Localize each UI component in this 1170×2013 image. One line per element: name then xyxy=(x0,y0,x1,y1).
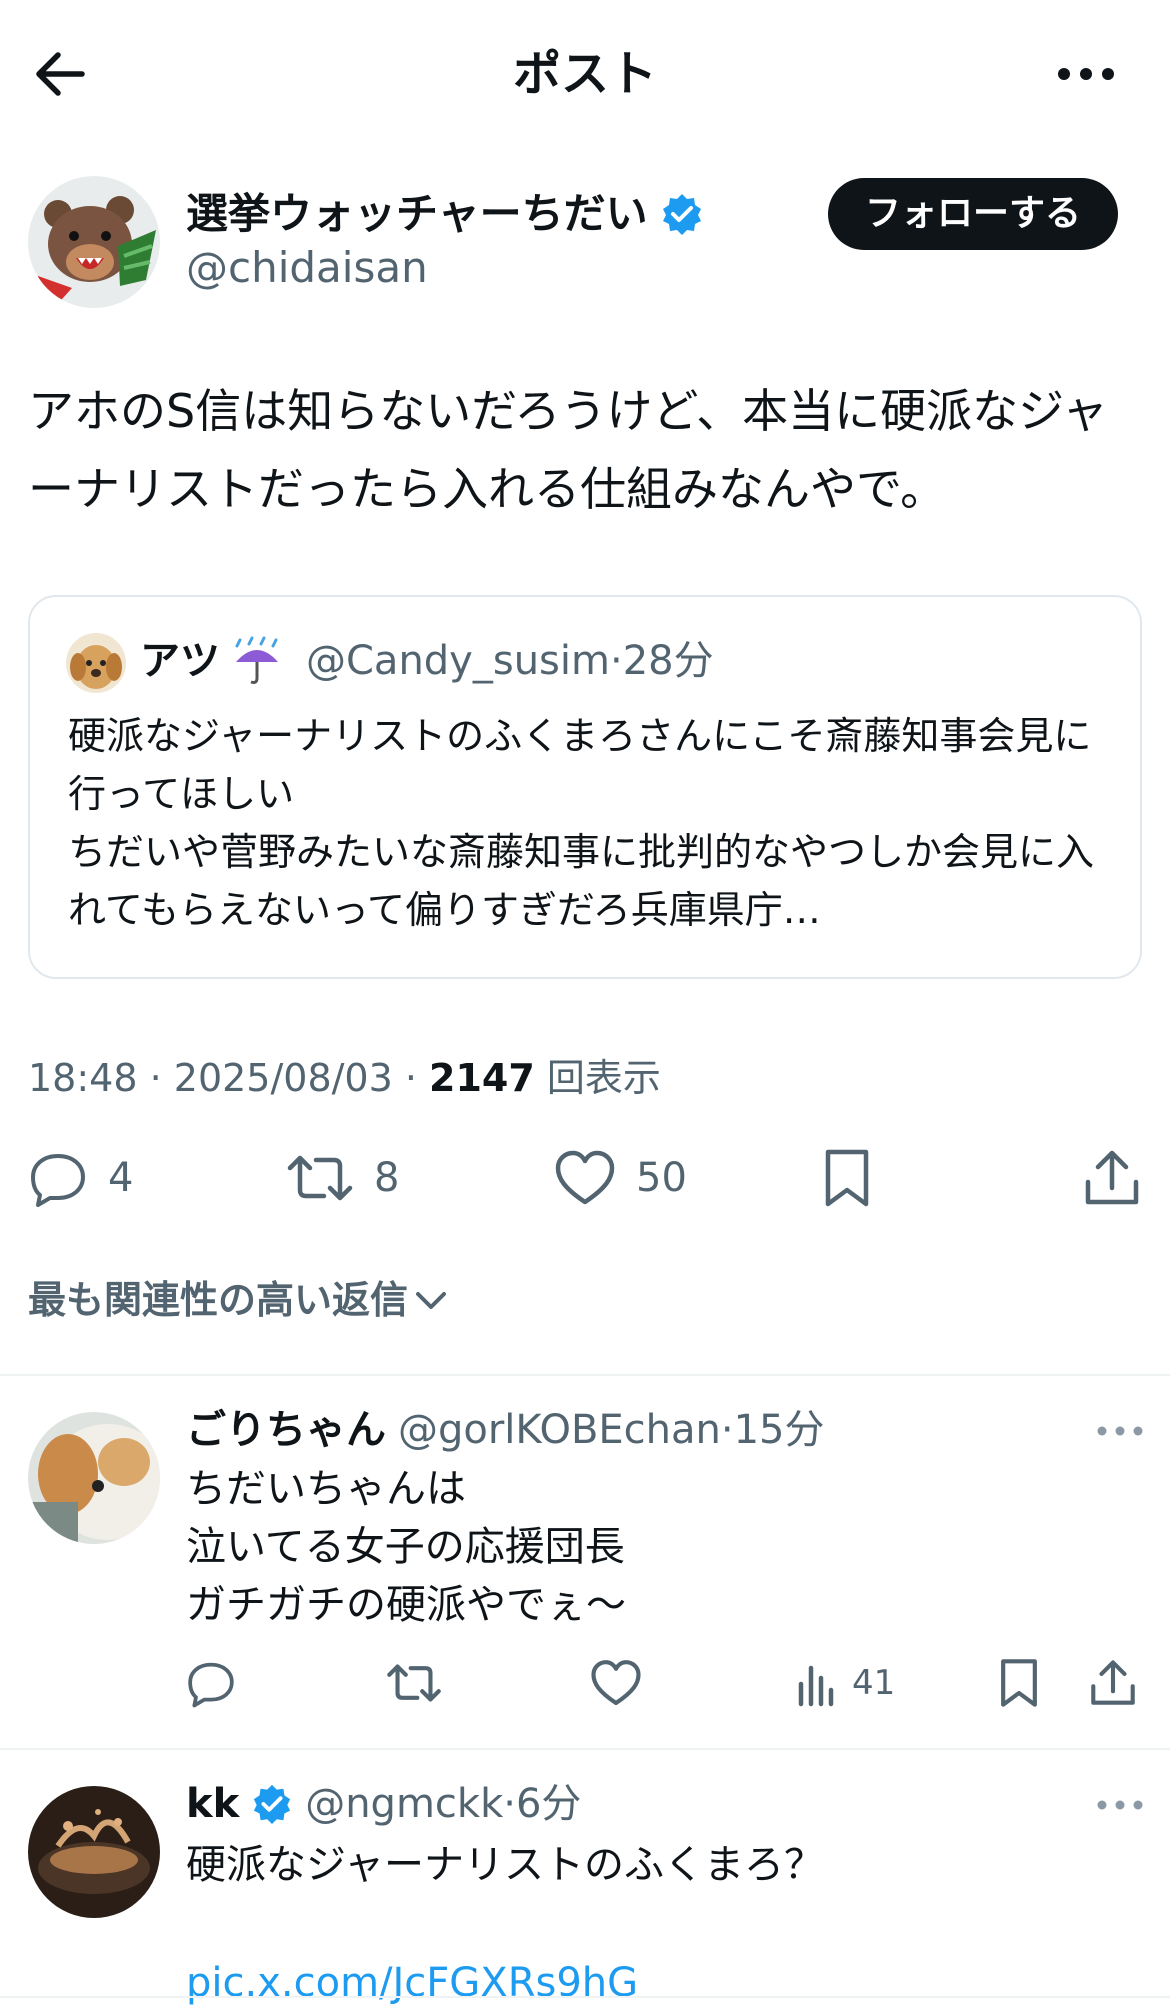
reply-count: 4 xyxy=(108,1155,134,1201)
repost-count: 8 xyxy=(374,1155,400,1201)
view-count: 2147 xyxy=(429,1056,535,1100)
reply-bookmark-button[interactable] xyxy=(998,1658,1040,1708)
verified-icon xyxy=(254,1784,291,1825)
view-count-label: 回表示 xyxy=(546,1056,661,1100)
quoted-post-header: アツ @Candy_susim·28分 xyxy=(140,631,714,691)
author-avatar[interactable] xyxy=(28,176,160,308)
reply-text: ちだいちゃんは 泣いてる女子の応援団長 ガチガチの硬派やでぇ〜 xyxy=(186,1466,626,1628)
back-button[interactable] xyxy=(30,44,90,104)
reply-avatar[interactable] xyxy=(28,1412,160,1544)
reply-handle-time: @ngmckk·6分 xyxy=(305,1781,582,1827)
reply-header: ごりちゃん @gorlKOBEchan·15分 xyxy=(186,1400,825,1460)
reply-like-button[interactable] xyxy=(590,1658,642,1708)
author-handle[interactable]: @chidaisan xyxy=(186,240,428,296)
post-time: 18:48 xyxy=(28,1056,138,1100)
bookmark-icon xyxy=(1001,1659,1037,1707)
reply-header: kk @ngmckk·6分 xyxy=(186,1774,581,1834)
reply-author-name[interactable]: kk xyxy=(186,1774,239,1834)
quoted-post-text: 硬派なジャーナリストのふくまろさんにこそ斎藤知事会見に行ってほしい ちだいや菅野… xyxy=(68,714,1095,932)
views-icon xyxy=(798,1665,834,1707)
quoted-author-avatar xyxy=(66,633,126,693)
reply-view-count: 41 xyxy=(852,1663,896,1703)
share-button[interactable] xyxy=(1084,1148,1140,1208)
reply-views-button[interactable]: 41 xyxy=(796,1658,895,1708)
bookmark-icon xyxy=(825,1149,869,1207)
umbrella-rain-icon xyxy=(235,636,278,684)
post-meta: 18:48 · 2025/08/03 · 2147 回表示 xyxy=(28,1056,661,1100)
chevron-down-icon xyxy=(416,1292,447,1309)
reply-icon xyxy=(31,1154,85,1207)
post-text: アホのS信は知らないだろうけど、本当に硬派なジャーナリストだったら入れる仕組みな… xyxy=(28,384,1108,516)
share-icon xyxy=(1085,1150,1139,1205)
reply-repost-button[interactable] xyxy=(386,1658,442,1708)
follow-button[interactable]: フォローする xyxy=(828,178,1118,250)
page-title: ポスト xyxy=(512,46,657,102)
reply-text: 硬派なジャーナリストのふくまろ？ xyxy=(186,1842,824,1888)
reply-button[interactable]: 4 xyxy=(28,1148,133,1208)
divider xyxy=(0,1374,1170,1376)
like-icon xyxy=(555,1150,615,1205)
reply-handle-time: @gorlKOBEchan·15分 xyxy=(398,1407,825,1453)
like-icon xyxy=(591,1660,641,1706)
reply-avatar[interactable] xyxy=(28,1786,160,1918)
quoted-author-name: アツ xyxy=(140,638,220,684)
like-count: 50 xyxy=(636,1155,687,1201)
reply-reply-button[interactable] xyxy=(186,1658,236,1708)
quoted-handle-time: @Candy_susim·28分 xyxy=(306,638,714,684)
reply-media-link[interactable]: pic.x.com/JcFGXRs9hG xyxy=(186,1954,1086,2012)
verified-icon xyxy=(662,194,701,235)
repost-icon xyxy=(387,1664,441,1702)
reply-author-name[interactable]: ごりちゃん xyxy=(186,1400,386,1460)
repost-icon xyxy=(287,1155,353,1201)
more-options-button[interactable] xyxy=(1050,44,1122,104)
repost-button[interactable]: 8 xyxy=(286,1148,399,1208)
reply-share-button[interactable] xyxy=(1090,1658,1136,1708)
post-date: 2025/08/03 xyxy=(173,1056,393,1100)
divider xyxy=(0,1996,1170,1998)
reply-more-button[interactable] xyxy=(1090,1790,1150,1820)
reply-sort-label: 最も関連性の高い返信 xyxy=(28,1278,409,1322)
like-button[interactable]: 50 xyxy=(554,1148,687,1208)
reply-sort-dropdown[interactable]: 最も関連性の高い返信 xyxy=(28,1272,448,1328)
bookmark-button[interactable] xyxy=(822,1148,872,1208)
share-icon xyxy=(1091,1660,1135,1705)
reply-more-button[interactable] xyxy=(1090,1416,1150,1446)
divider xyxy=(0,1748,1170,1750)
reply-icon xyxy=(188,1662,234,1708)
author-name[interactable]: 選挙ウォッチャーちだい xyxy=(186,186,648,242)
back-arrow-icon xyxy=(36,52,85,96)
author-name-row: 選挙ウォッチャーちだい xyxy=(186,186,704,242)
more-icon xyxy=(1097,1426,1143,1436)
more-icon xyxy=(1058,68,1114,80)
more-icon xyxy=(1097,1800,1143,1810)
quoted-post-card[interactable]: アツ @Candy_susim·28分 硬派なジャーナリストのふくまろさんにこそ… xyxy=(28,595,1142,979)
